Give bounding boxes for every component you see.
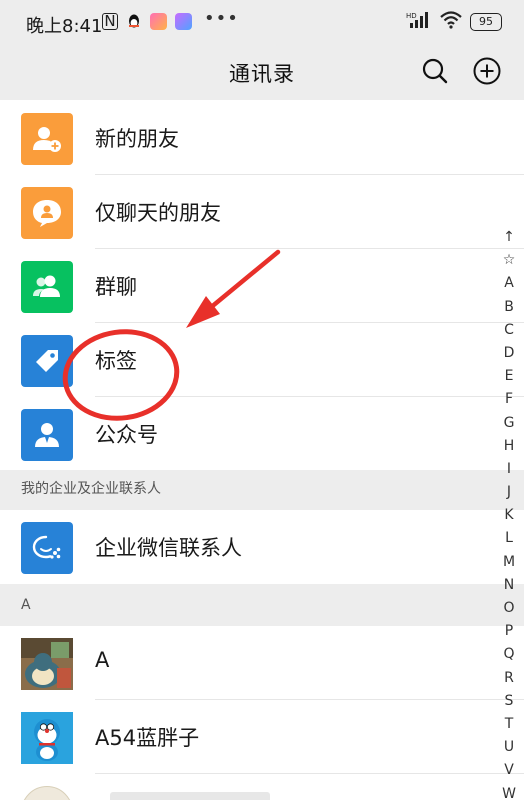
index-letter[interactable]: G xyxy=(504,412,515,435)
status-notification-icons: N xyxy=(102,13,192,30)
menu-item-chat-only-friends[interactable]: 仅聊天的朋友 xyxy=(0,175,524,249)
index-letter[interactable]: U xyxy=(504,736,514,759)
index-letter[interactable]: Q xyxy=(503,643,514,666)
index-letter[interactable]: ↑ xyxy=(503,226,515,249)
official-account-icon xyxy=(21,409,73,461)
section-header-enterprise: 我的企业及企业联系人 xyxy=(0,470,524,510)
contact-row-partial[interactable] xyxy=(0,774,524,800)
index-letter[interactable]: S xyxy=(505,690,514,713)
chat-bubble-user-icon xyxy=(21,187,73,239)
contact-name: A xyxy=(95,648,110,672)
menu-item-label: 标签 xyxy=(95,349,137,373)
svg-text:HD: HD xyxy=(406,12,417,20)
wifi-icon xyxy=(440,11,462,33)
index-letter[interactable]: L xyxy=(505,527,513,550)
index-letter[interactable]: J xyxy=(507,481,511,504)
index-letter[interactable]: ☆ xyxy=(503,249,516,272)
status-time: 晚上8:41 xyxy=(26,16,103,37)
search-icon xyxy=(422,58,448,84)
app-store-icon xyxy=(175,13,192,30)
menu-item-label: 公众号 xyxy=(95,423,158,447)
index-letter[interactable]: I xyxy=(507,458,511,481)
contact-row[interactable]: A54蓝胖子 xyxy=(0,700,524,774)
qq-icon xyxy=(126,13,142,30)
index-letter[interactable]: B xyxy=(504,296,514,319)
index-letter[interactable]: K xyxy=(504,504,513,527)
more-notifications-icon: ••• xyxy=(204,8,239,29)
group-icon xyxy=(21,261,73,313)
signal-icon: HD xyxy=(406,11,432,33)
status-bar: 晚上8:41 N ••• HD 95 xyxy=(0,0,524,44)
index-letter[interactable]: D xyxy=(504,342,515,365)
add-button[interactable] xyxy=(472,56,502,86)
add-friend-icon xyxy=(21,113,73,165)
index-letter[interactable]: A xyxy=(504,272,514,295)
battery-indicator: 95 xyxy=(470,13,502,31)
menu-item-tags[interactable]: 标签 xyxy=(0,323,524,397)
index-letter[interactable]: T xyxy=(505,713,514,736)
alphabet-index-bar[interactable]: ↑ ☆ A B C D E F G H I J K L M N O P Q R S T U V W xyxy=(498,226,520,800)
index-letter[interactable]: O xyxy=(503,597,514,620)
index-letter[interactable]: M xyxy=(503,551,515,574)
menu-item-official-accounts[interactable]: 公众号 xyxy=(0,397,524,471)
index-letter[interactable]: N xyxy=(504,574,514,597)
status-right-icons: HD 95 xyxy=(406,11,502,33)
index-letter[interactable]: P xyxy=(505,620,513,643)
menu-item-new-friends[interactable]: 新的朋友 xyxy=(0,101,524,175)
contact-row[interactable]: A xyxy=(0,626,524,700)
contact-name: A54蓝胖子 xyxy=(95,726,200,750)
index-letter[interactable]: W xyxy=(502,783,516,800)
wecom-icon xyxy=(21,522,73,574)
index-letter[interactable]: E xyxy=(505,365,514,388)
section-header-letter: A xyxy=(0,584,524,626)
index-letter[interactable]: V xyxy=(504,759,514,782)
index-letter[interactable]: C xyxy=(504,319,514,342)
tag-icon xyxy=(21,335,73,387)
menu-item-group-chats[interactable]: 群聊 xyxy=(0,249,524,323)
plus-circle-icon xyxy=(473,57,501,85)
index-letter[interactable]: F xyxy=(505,388,513,411)
nfc-icon: N xyxy=(102,13,118,30)
index-letter[interactable]: H xyxy=(504,435,515,458)
avatar xyxy=(21,638,73,690)
menu-item-label: 仅聊天的朋友 xyxy=(95,201,221,225)
search-button[interactable] xyxy=(420,56,450,86)
index-letter[interactable]: R xyxy=(504,667,514,690)
header: 通讯录 xyxy=(0,44,524,100)
menu-item-label: 企业微信联系人 xyxy=(95,536,242,560)
contact-name-cropped xyxy=(110,792,270,800)
menu-item-wecom-contacts[interactable]: 企业微信联系人 xyxy=(0,510,524,584)
menu-item-label: 群聊 xyxy=(95,275,137,299)
game-app-icon xyxy=(150,13,167,30)
avatar xyxy=(21,712,73,764)
avatar xyxy=(21,786,73,800)
menu-item-label: 新的朋友 xyxy=(95,127,179,151)
